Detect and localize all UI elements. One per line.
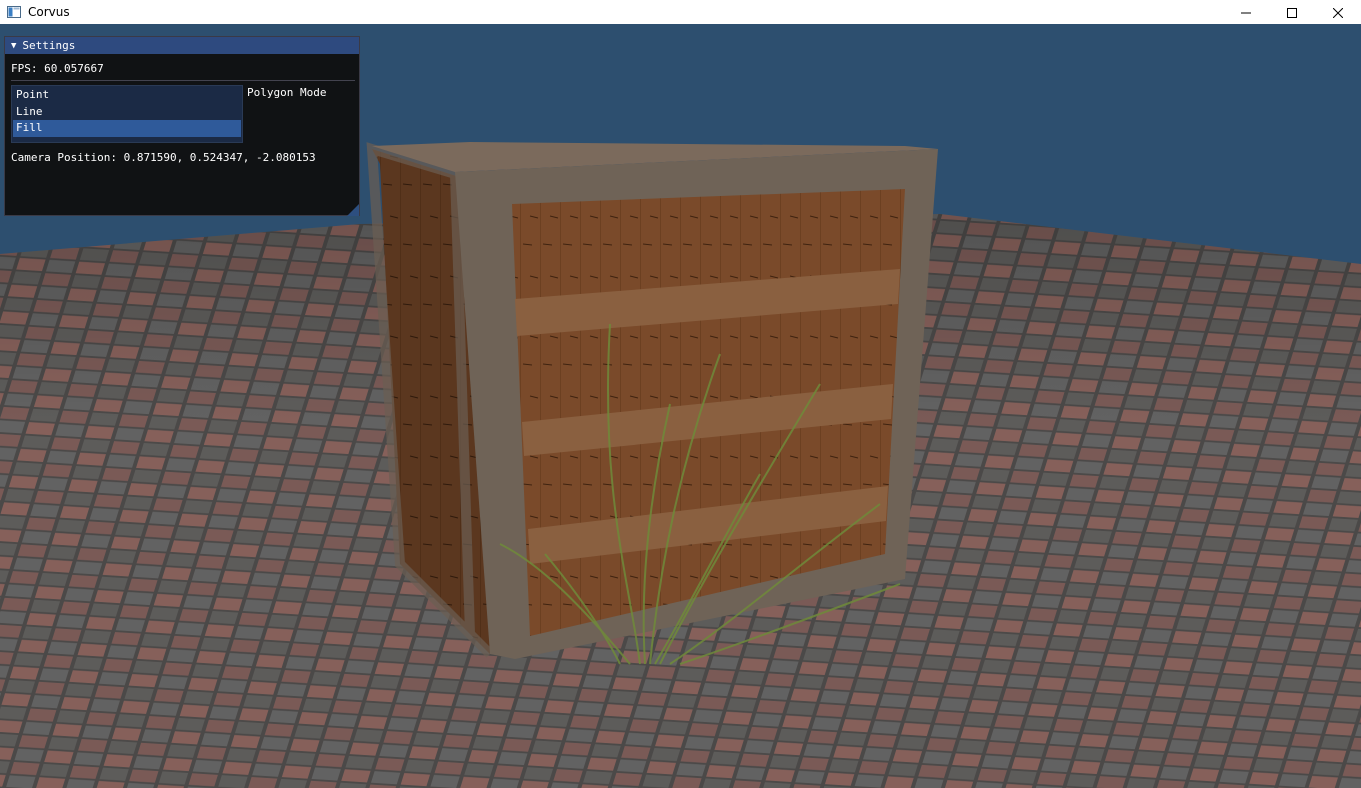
close-button[interactable] bbox=[1315, 0, 1361, 24]
polygon-mode-option-line[interactable]: Line bbox=[13, 104, 241, 121]
separator bbox=[11, 80, 355, 81]
polygon-mode-listbox[interactable]: Point Line Fill bbox=[11, 85, 243, 143]
settings-panel[interactable]: ▼ Settings FPS: 60.057667 Point Line Fil… bbox=[4, 36, 360, 216]
polygon-mode-label: Polygon Mode bbox=[247, 86, 327, 99]
polygon-mode-option-fill[interactable]: Fill bbox=[13, 120, 241, 137]
polygon-mode-option-point[interactable]: Point bbox=[13, 87, 241, 104]
settings-panel-title: Settings bbox=[22, 39, 76, 52]
render-viewport[interactable]: ▼ Settings FPS: 60.057667 Point Line Fil… bbox=[0, 24, 1361, 788]
app-window-icon bbox=[6, 4, 22, 20]
camera-position-readout: Camera Position: 0.871590, 0.524347, -2.… bbox=[11, 151, 316, 164]
maximize-icon bbox=[1287, 3, 1297, 22]
window-titlebar[interactable]: Corvus bbox=[0, 0, 1361, 24]
minimize-button[interactable] bbox=[1223, 0, 1269, 24]
triangle-down-icon[interactable]: ▼ bbox=[11, 41, 16, 51]
settings-panel-body: FPS: 60.057667 Point Line Fill Polygon M… bbox=[5, 54, 359, 216]
window-title: Corvus bbox=[28, 5, 70, 19]
maximize-button[interactable] bbox=[1269, 0, 1315, 24]
settings-panel-header[interactable]: ▼ Settings bbox=[5, 37, 359, 54]
close-icon bbox=[1332, 3, 1344, 22]
resize-grip-icon[interactable] bbox=[347, 204, 359, 216]
fps-readout: FPS: 60.057667 bbox=[11, 62, 104, 75]
minimize-icon bbox=[1241, 3, 1251, 22]
